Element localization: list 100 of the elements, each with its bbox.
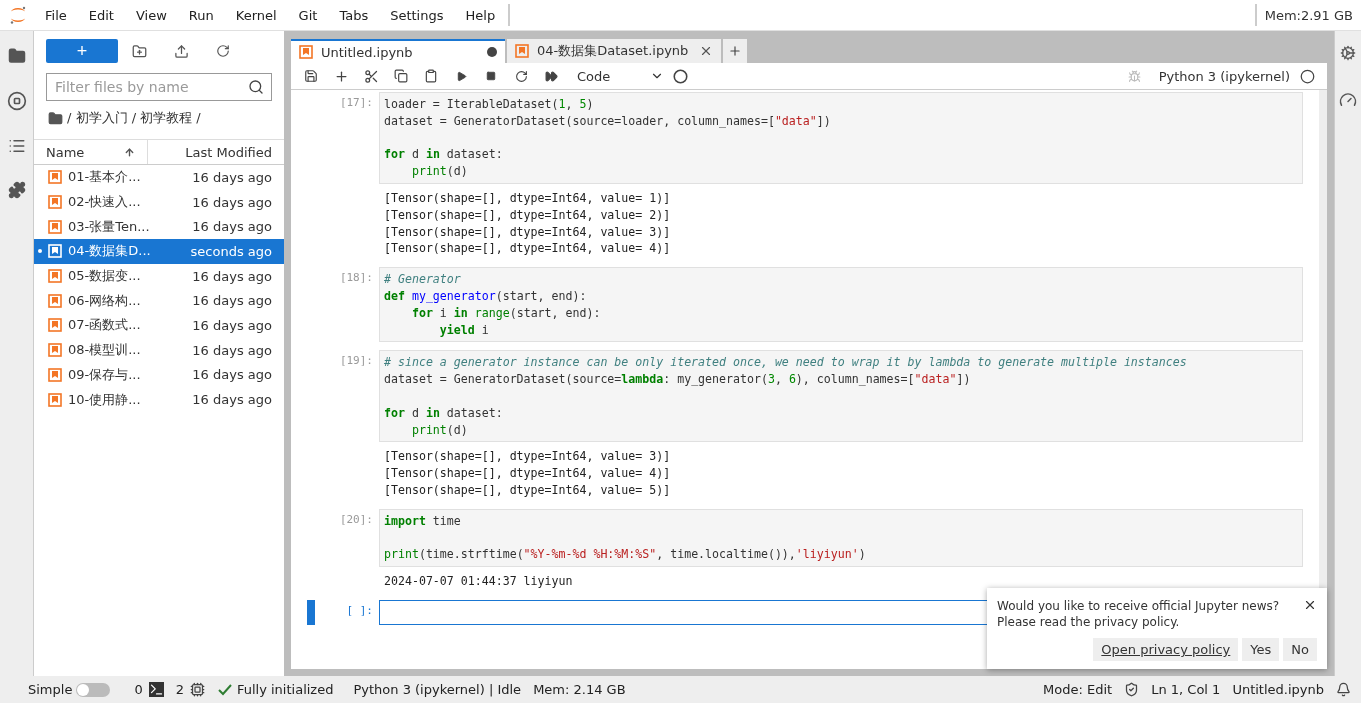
cell-prompt: [20]: — [338, 511, 374, 526]
output-line: [Tensor(shape=[], dtype=Int64, value= 2)] — [384, 206, 672, 224]
file-name: Untitled.ipynb — [1232, 682, 1324, 697]
gears-icon[interactable] — [1340, 45, 1356, 61]
breadcrumb-path[interactable]: / 初学入门 / 初学教程 / — [67, 109, 201, 127]
terminal-count: 0 — [134, 682, 143, 697]
cell-prompt: [ ]: — [345, 602, 374, 617]
copy-icon — [394, 69, 408, 83]
code-line: loader = IterableDataset(1, 5) — [384, 96, 595, 113]
folder-icon[interactable] — [48, 110, 63, 126]
kernel-status[interactable]: Python 3 (ipykernel) | Idle — [353, 682, 522, 697]
menu-item[interactable]: Git — [287, 7, 329, 23]
code-line: print(d) — [410, 163, 469, 180]
filter-field[interactable]: Filter files by name — [46, 73, 272, 101]
upload-icon — [173, 43, 189, 59]
list-icon[interactable] — [7, 137, 26, 155]
kernel-name[interactable]: Python 3 (ipykernel) — [1158, 68, 1290, 84]
folder-plus-icon — [131, 43, 147, 59]
simple-mode-switch[interactable] — [76, 682, 111, 697]
plus-icon — [728, 44, 742, 58]
puzzle-icon[interactable] — [7, 181, 26, 199]
menu-item[interactable]: Kernel — [224, 7, 288, 23]
refresh-icon — [514, 69, 528, 83]
privacy-policy-button[interactable]: Open privacy policy — [1093, 638, 1239, 661]
notebook-icon — [48, 219, 62, 234]
column-header[interactable]: Last Modified — [148, 140, 284, 164]
close-icon[interactable] — [699, 44, 713, 58]
output-line: [Tensor(shape=[], dtype=Int64, value= 3)] — [384, 448, 672, 466]
terminal-icon[interactable] — [148, 682, 164, 697]
code-cell[interactable]: import time print(time.strftime("%Y-%m-%d %H:%M:%S", time.localtime()),'liyiyun') — [379, 508, 1303, 568]
output-line: [Tensor(shape=[], dtype=Int64, value= 4)] — [384, 465, 672, 482]
notebook-tab[interactable]: 04-数据集Dataset.ipynb — [507, 39, 721, 63]
menu-item[interactable]: Edit — [77, 7, 125, 23]
notebook-tab[interactable]: Untitled.ipynb — [291, 39, 505, 63]
play-icon — [455, 70, 467, 82]
code-line: print(d) — [410, 421, 469, 439]
menu-item[interactable]: Run — [177, 7, 225, 23]
notebook-icon — [515, 44, 529, 58]
stop-icon — [486, 71, 496, 81]
new-tab-button[interactable] — [723, 39, 747, 63]
column-header[interactable]: Name — [34, 140, 148, 164]
notebook-icon — [48, 244, 62, 259]
notification-button[interactable]: Yes — [1242, 638, 1280, 661]
bell-icon[interactable] — [1336, 682, 1351, 697]
cell-prompt: [19]: — [338, 353, 374, 368]
notebook-icon — [48, 367, 62, 382]
code-line: print(time.strftime("%Y-%m-%d %H:%M:%S", time.localtime()),'liyiyun') — [384, 546, 867, 564]
check-icon — [216, 682, 233, 697]
shield-icon[interactable] — [1124, 682, 1140, 697]
output-line: [Tensor(shape=[], dtype=Int64, value= 5)] — [384, 481, 672, 499]
refresh-icon — [216, 44, 230, 58]
menu-item[interactable]: View — [124, 7, 178, 23]
kernel-count: 2 — [175, 682, 184, 697]
code-line: import time — [384, 512, 462, 530]
memory-status: Mem: 2.14 GB — [533, 682, 626, 697]
code-cell[interactable]: loader = IterableDataset(1, 5) dataset = GeneratorDataset(source=loader, column_names=["data"]) for d in dataset: print(d) — [379, 92, 1303, 184]
menu-item[interactable]: Help — [454, 7, 507, 23]
menu-item[interactable]: File — [34, 7, 78, 23]
notebook-icon — [48, 293, 62, 308]
new-launcher-button[interactable]: + — [46, 39, 118, 63]
scissors-icon — [363, 68, 379, 84]
stop-circle-icon[interactable] — [6, 91, 27, 111]
code-line: dataset = GeneratorDataset(source=lambda: my_generator(3, 6), column_names=["data"]) — [384, 371, 972, 388]
code-line: def my_generator(start, end): — [384, 287, 588, 305]
code-cell[interactable]: # Generator def my_generator(start, end): for i in range(start, end): yield i — [379, 267, 1303, 343]
simple-mode-label: Simple — [28, 682, 73, 697]
fast-forward-icon — [544, 69, 558, 83]
kernel-idle-icon — [1300, 68, 1315, 84]
output-line: 2024-07-07 01:44:37 liyiyun — [384, 573, 574, 590]
menu-item[interactable]: Settings — [379, 7, 455, 23]
code-line: for d in dataset: — [384, 146, 504, 164]
folder-icon[interactable] — [7, 47, 26, 65]
code-line: yield i — [438, 321, 490, 339]
output-line: [Tensor(shape=[], dtype=Int64, value= 4)] — [384, 240, 672, 258]
cell-prompt: [18]: — [338, 270, 374, 285]
cursor-position[interactable]: Ln 1, Col 1 — [1151, 682, 1221, 697]
notebook-icon — [48, 170, 62, 185]
active-cell-bar — [307, 599, 315, 625]
notebook-icon — [48, 318, 62, 333]
plus-icon — [333, 68, 349, 84]
bug-icon — [1127, 69, 1141, 83]
notification-message: Would you like to receive official Jupyter news? Please read the privacy policy. — [997, 598, 1280, 630]
save-icon — [304, 69, 318, 83]
code-line: # Generator — [384, 271, 462, 288]
code-line: for i in range(start, end): — [410, 304, 602, 322]
close-icon — [1303, 598, 1317, 612]
cell-prompt: [17]: — [338, 95, 374, 109]
chip-icon[interactable] — [189, 682, 205, 697]
code-line: for d in dataset: — [384, 404, 504, 422]
init-status: Fully initialized — [236, 682, 334, 697]
menu-item[interactable]: Tabs — [328, 7, 380, 23]
code-line: # since a generator instance can be only iterated once, we need to wrap it by lambda to generate multiple instances — [384, 354, 1188, 372]
search-icon — [248, 79, 264, 95]
cell-type-dropdown[interactable]: Code — [577, 68, 665, 84]
notebook-icon — [48, 195, 62, 210]
file-row[interactable]: 04-数据集D... seconds ago — [34, 239, 284, 264]
notebook-icon — [48, 343, 62, 358]
gauge-icon[interactable] — [1339, 91, 1357, 109]
notification-button[interactable]: No — [1283, 638, 1317, 661]
memory-usage: Mem:2.91 GB — [1254, 4, 1361, 26]
